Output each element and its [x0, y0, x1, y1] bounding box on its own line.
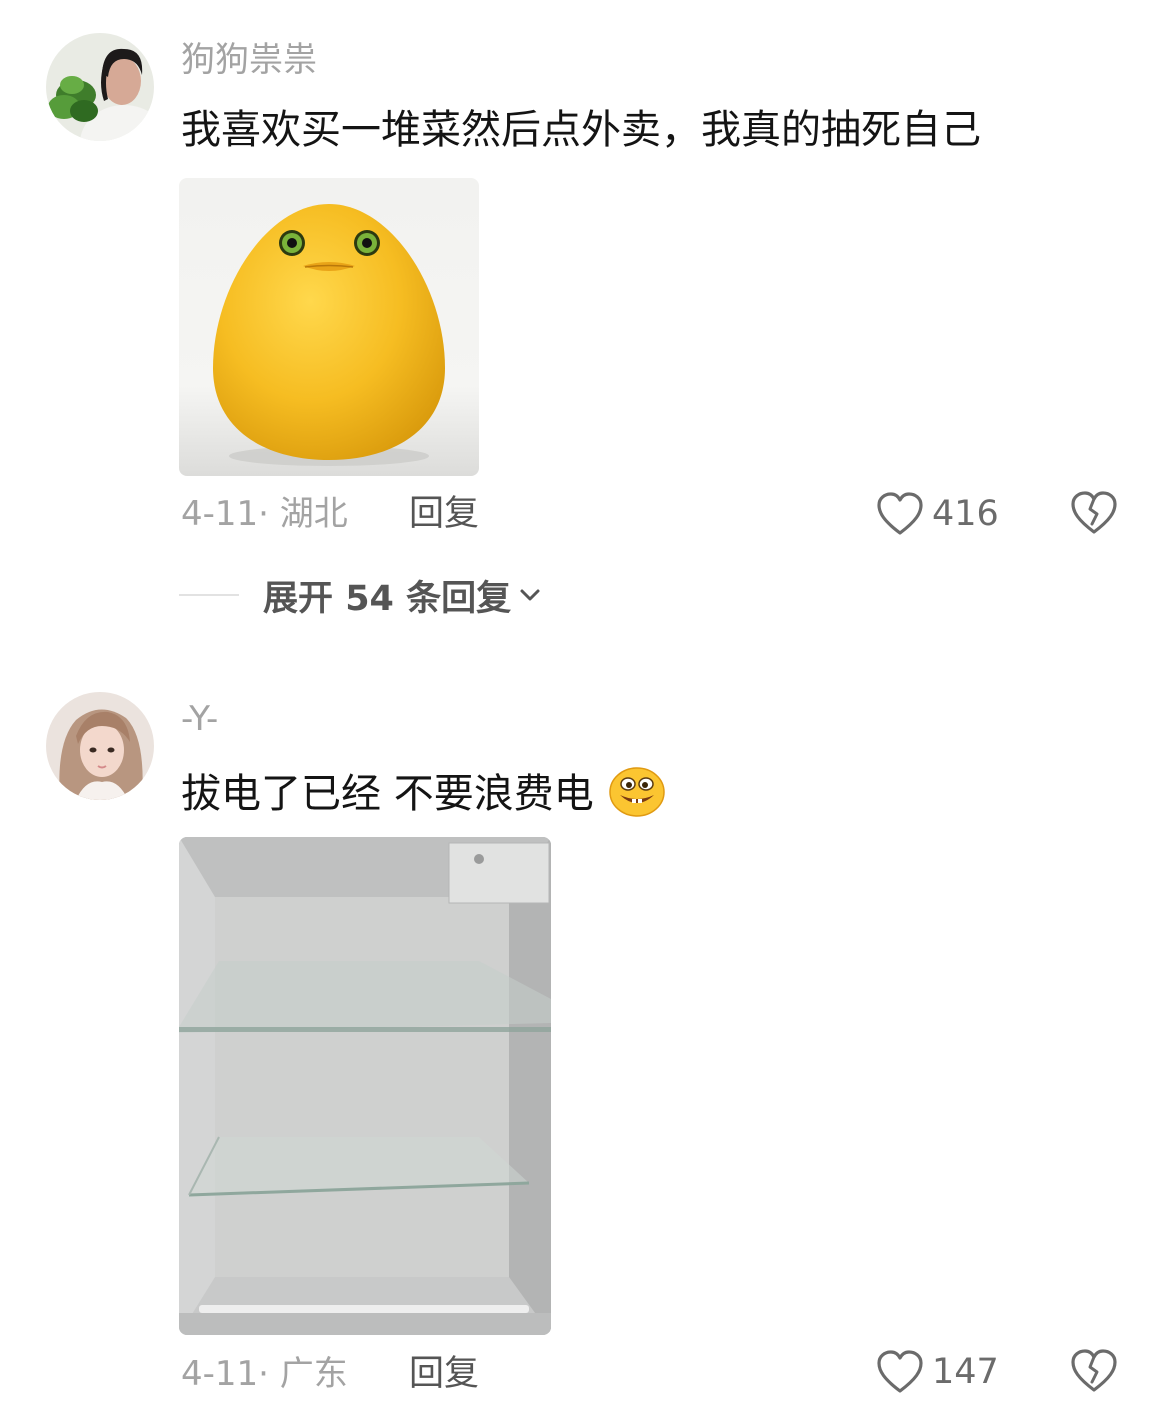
username[interactable]: 狗狗祟祟 — [181, 40, 317, 80]
avatar[interactable] — [46, 692, 154, 800]
dislike-button[interactable] — [1070, 490, 1118, 538]
chevron-down-icon — [520, 589, 540, 601]
comment-text-body: 拔电了已经 不要浪费电 — [181, 771, 594, 817]
expand-prefix: 展开 — [263, 578, 334, 619]
meta-separator: · — [258, 494, 269, 534]
heart-icon — [877, 1350, 923, 1393]
comment-date: 4-11 — [181, 494, 259, 534]
expand-replies-button[interactable]: 展开 54 条回复 — [179, 573, 543, 619]
comment-text: 我喜欢买一堆菜然后点外卖，我真的抽死自己 — [181, 105, 981, 155]
broken-heart-icon — [1071, 1349, 1117, 1392]
like-count: 147 — [932, 1352, 999, 1392]
like-button[interactable]: 147 — [876, 1348, 999, 1396]
girl-portrait-icon — [46, 692, 154, 800]
like-count: 416 — [932, 494, 999, 534]
yellow-egg-creature-icon — [179, 178, 479, 476]
comment-meta: 4-11· 广东 — [181, 1354, 348, 1394]
broken-heart-icon — [1071, 491, 1117, 534]
comment-meta: 4-11· 湖北 — [181, 494, 348, 534]
reply-button[interactable]: 回复 — [409, 494, 479, 534]
comment-image[interactable] — [179, 178, 479, 476]
meta-separator: · — [258, 1354, 269, 1394]
expand-suffix: 条回复 — [406, 578, 512, 619]
person-with-vegetables-icon — [46, 33, 154, 141]
avatar[interactable] — [46, 33, 154, 141]
comment-date: 4-11 — [181, 1354, 259, 1394]
comment-text: 拔电了已经 不要浪费电 — [181, 765, 666, 819]
grinning-face-emoji-icon — [609, 767, 666, 817]
comment-location: 广东 — [279, 1354, 348, 1394]
expand-count: 54 — [345, 578, 394, 619]
like-button[interactable]: 416 — [876, 490, 999, 538]
comment-image[interactable] — [179, 837, 551, 1335]
divider — [179, 594, 239, 596]
username[interactable]: -Y- — [181, 699, 218, 739]
dislike-button[interactable] — [1070, 1348, 1118, 1396]
comment-text-body: 我喜欢买一堆菜然后点外卖，我真的抽死自己 — [181, 107, 981, 153]
empty-fridge-icon — [179, 837, 551, 1335]
expand-replies-label: 展开 54 条回复 — [263, 570, 511, 621]
heart-icon — [877, 492, 923, 535]
comment-location: 湖北 — [279, 494, 348, 534]
reply-button[interactable]: 回复 — [409, 1354, 479, 1394]
